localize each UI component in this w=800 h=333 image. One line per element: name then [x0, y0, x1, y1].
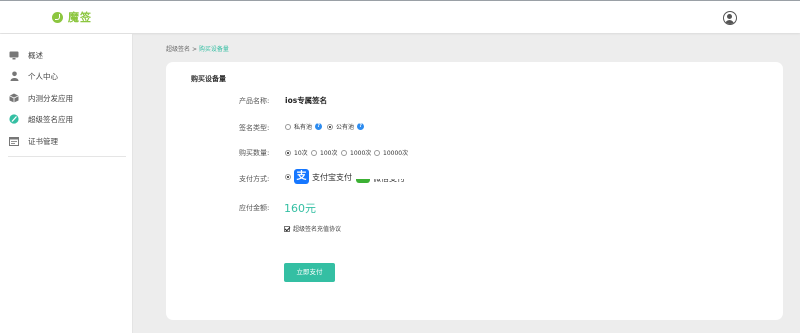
avatar-body	[725, 20, 734, 24]
monitor-icon	[9, 50, 19, 60]
breadcrumb-current: 购买设备量	[198, 46, 229, 53]
radio-button[interactable]	[285, 174, 291, 180]
quantity-option-10[interactable]: 10次	[285, 148, 308, 157]
breadcrumb: 超级签名 > 购买设备量	[166, 44, 229, 53]
option-label: 100次	[320, 150, 338, 157]
cube-icon	[9, 93, 19, 103]
sign-type-private-option[interactable]: 私有池 ?	[285, 122, 323, 131]
help-icon[interactable]: ?	[315, 123, 323, 130]
amount-label: 应付金额:	[239, 204, 270, 212]
option-label: 私有池	[294, 124, 313, 131]
option-label: 1000次	[350, 150, 372, 157]
product-label: 产品名称:	[239, 97, 270, 105]
sidebar-item-label: 超级签名应用	[28, 114, 73, 124]
help-icon[interactable]: ?	[357, 123, 365, 130]
agreement-checkbox-row[interactable]: 超级签名充值协议	[284, 224, 341, 233]
sidebar: 概述 个人中心 内测分发应用 超级签名应用 证书管理	[0, 34, 133, 333]
radio-button[interactable]	[374, 149, 380, 156]
option-label: 10次	[294, 150, 308, 157]
user-avatar-icon[interactable]	[723, 11, 737, 25]
option-label: 10000次	[383, 150, 409, 157]
brand-logo[interactable]: 魔签	[52, 9, 92, 25]
alipay-icon[interactable]: 支	[294, 169, 309, 184]
agreement-checkbox[interactable]	[284, 225, 290, 232]
sidebar-item-overview[interactable]: 概述	[0, 45, 133, 65]
radio-button[interactable]	[341, 149, 347, 156]
sidebar-item-beta-apps[interactable]: 内测分发应用	[0, 88, 133, 108]
brand-name: 魔签	[68, 11, 92, 24]
sign-type-public-option[interactable]: 公有池 ?	[327, 122, 365, 131]
quantity-label: 购买数量:	[239, 149, 270, 157]
sidebar-item-label: 个人中心	[28, 71, 58, 81]
product-name: ios专属签名	[285, 96, 328, 105]
sign-type-label: 签名类型:	[239, 124, 270, 132]
wechat-pay-label[interactable]: 微信支付	[373, 179, 421, 183]
sidebar-item-profile[interactable]: 个人中心	[0, 66, 133, 86]
sidebar-item-label: 概述	[28, 50, 43, 60]
radio-button[interactable]	[311, 149, 317, 156]
alipay-label[interactable]: 支付宝支付	[312, 172, 352, 183]
user-icon	[9, 71, 19, 81]
breadcrumb-separator: >	[191, 46, 197, 53]
certificate-icon	[9, 136, 19, 146]
top-header: 魔签	[0, 0, 800, 33]
sidebar-divider	[8, 156, 126, 157]
pay-now-button[interactable]: 立即支付	[284, 263, 335, 282]
logo-icon	[52, 11, 63, 23]
payment-alipay-radio[interactable]	[285, 174, 294, 180]
feather-icon	[9, 114, 19, 124]
sidebar-item-label: 内测分发应用	[28, 93, 73, 103]
amount-value: 160元	[284, 202, 316, 215]
radio-button[interactable]	[285, 149, 291, 156]
sidebar-item-certificates[interactable]: 证书管理	[0, 131, 133, 151]
radio-button[interactable]	[327, 123, 333, 130]
quantity-option-10000[interactable]: 10000次	[374, 148, 408, 157]
breadcrumb-parent[interactable]: 超级签名	[166, 46, 190, 53]
radio-button[interactable]	[285, 123, 291, 130]
sidebar-item-label: 证书管理	[28, 136, 58, 146]
card-title: 购买设备量	[191, 75, 226, 83]
sidebar-item-super-sign-apps[interactable]: 超级签名应用	[0, 109, 133, 129]
avatar-head	[727, 14, 732, 19]
agreement-label[interactable]: 超级签名充值协议	[293, 224, 341, 233]
purchase-card: 购买设备量 产品名称: ios专属签名 签名类型: 私有池 ? 公有池 ? 购买…	[166, 62, 783, 320]
option-label: 公有池	[336, 124, 355, 131]
quantity-option-1000[interactable]: 1000次	[341, 148, 371, 157]
quantity-option-100[interactable]: 100次	[311, 148, 337, 157]
wechat-pay-icon[interactable]	[356, 179, 370, 183]
payment-label: 支付方式:	[239, 175, 270, 183]
